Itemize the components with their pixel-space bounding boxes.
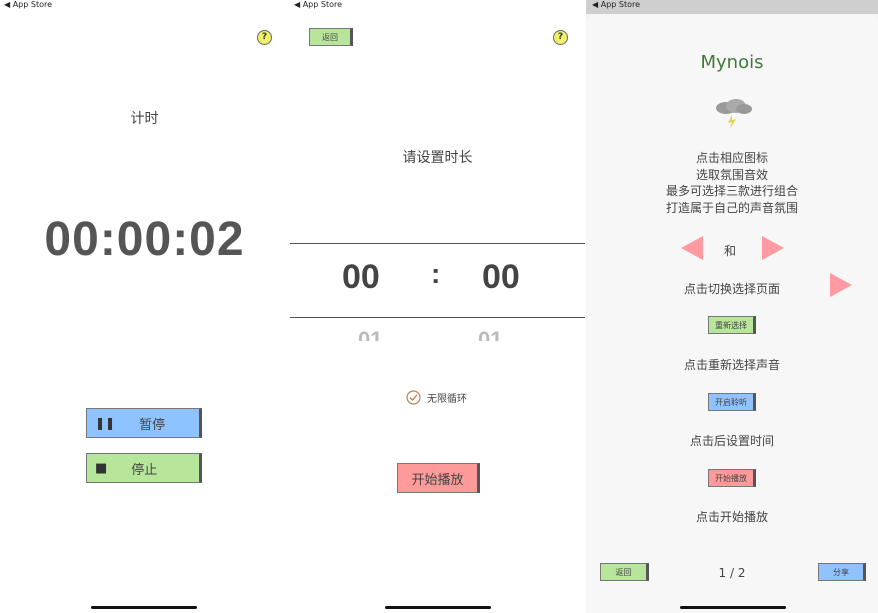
home-indicator <box>91 606 197 609</box>
intro-line: 选取氛围音效 <box>695 167 768 182</box>
prev-page-arrow-icon[interactable] <box>681 236 703 260</box>
duration-title: 请设置时长 <box>402 150 473 166</box>
intro-line: 点击相应图标 <box>695 151 768 165</box>
check-circle-icon <box>406 390 421 405</box>
duration-screen: ◀ App Store 返回 ? 请设置时长 00 : 00 01 01 无限循… <box>290 0 585 613</box>
stop-button-label: 停止 <box>131 462 158 478</box>
status-bar-back[interactable]: ◀ App Store <box>4 0 52 9</box>
picker-bottom-line <box>290 317 585 318</box>
help-icon[interactable]: ? <box>553 30 568 45</box>
help-icon[interactable]: ? <box>257 30 272 45</box>
app-title: Mynois <box>700 52 764 73</box>
timer-screen: ◀ App Store ? 计时 00:00:02 ❚❚ 暂停 ■ 停止 <box>0 0 289 613</box>
storm-cloud-icon <box>716 99 752 129</box>
hours-value[interactable]: 00 <box>342 258 380 297</box>
intro-line: 最多可选择三款进行组合 <box>665 184 798 198</box>
status-bar-back[interactable]: ◀ App Store <box>294 0 342 9</box>
start-play-button[interactable]: 开始播放 <box>397 463 480 493</box>
minutes-value[interactable]: 00 <box>482 258 520 297</box>
intro-line: 打造属于自己的声音氛围 <box>665 200 798 215</box>
time-separator: : <box>431 258 441 289</box>
status-bar-back[interactable]: ◀ App Store <box>592 0 640 9</box>
loop-label: 无限循环 <box>427 394 467 405</box>
stop-icon: ■ <box>95 460 108 476</box>
home-indicator <box>680 606 786 609</box>
home-indicator <box>385 606 491 609</box>
timer-title: 计时 <box>130 111 159 127</box>
stop-button[interactable]: ■ 停止 <box>86 453 202 483</box>
reselect-button[interactable]: 重新选择 <box>708 316 756 334</box>
picker-top-line <box>290 243 585 244</box>
start-play-button[interactable]: 开始播放 <box>708 469 756 487</box>
pause-icon: ❚❚ <box>95 416 116 430</box>
pause-button-label: 暂停 <box>139 417 166 433</box>
and-label: 和 <box>724 244 737 258</box>
intro-text: 点击相应图标 选取氛围音效 最多可选择三款进行组合 打造属于自己的声音氛围 <box>586 150 878 216</box>
help-screen: ◀ App Store Mynois 点击相应图标 选取氛围音效 最多可选择三款… <box>586 0 878 613</box>
reselect-text: 点击重新选择声音 <box>683 358 780 372</box>
next-page-arrow-icon[interactable] <box>762 236 784 260</box>
listen-text: 点击后设置时间 <box>689 434 774 448</box>
start-text: 点击开始播放 <box>695 510 768 524</box>
listen-button[interactable]: 开启聆听 <box>708 393 756 411</box>
back-button[interactable]: 返回 <box>309 28 353 46</box>
next-help-page-arrow-icon[interactable] <box>830 273 852 297</box>
pause-button[interactable]: ❚❚ 暂停 <box>86 408 202 438</box>
loop-option[interactable]: 无限循环 <box>406 390 467 405</box>
share-button[interactable]: 分享 <box>818 563 866 581</box>
minutes-next-value: 01 <box>478 327 503 341</box>
hours-next-value: 01 <box>358 327 383 341</box>
elapsed-time: 00:00:02 <box>44 213 245 266</box>
